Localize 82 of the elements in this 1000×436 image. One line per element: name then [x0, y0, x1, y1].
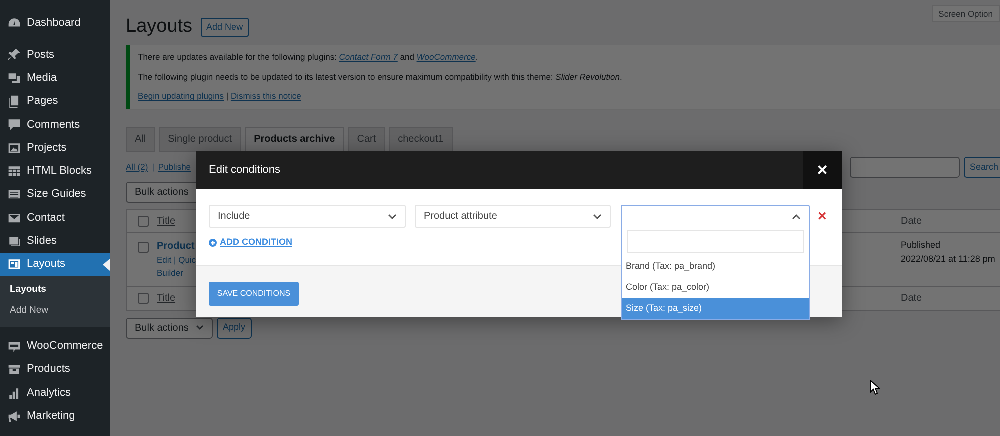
row-actions[interactable]: Edit | Quic	[157, 254, 196, 267]
megaphone-icon	[8, 410, 21, 423]
layout-tab[interactable]: Products archive	[245, 127, 344, 152]
sidebar-item[interactable]: Size Guides	[0, 183, 110, 206]
notice-link[interactable]: WooCommerce	[416, 52, 476, 62]
apply-button[interactable]: Apply	[217, 318, 252, 339]
grid-icon	[8, 164, 21, 178]
condition-select[interactable]: Product attribute	[415, 205, 611, 228]
box-icon	[8, 363, 21, 376]
row-actions[interactable]: Builder	[157, 266, 196, 280]
separator-text: |	[152, 161, 154, 174]
submenu-item[interactable]: Layouts	[0, 280, 110, 301]
sidebar-item[interactable]: Analytics	[0, 381, 110, 405]
filter-link[interactable]: All (2)	[126, 161, 148, 174]
dropdown-option[interactable]: Color (Tax: pa_color)	[622, 277, 809, 298]
mouse-pointer-icon	[870, 380, 880, 395]
page-title: Layouts	[126, 16, 193, 39]
sidebar-item[interactable]: Marketing	[0, 404, 110, 428]
envelope-icon	[8, 212, 21, 225]
caret-icon	[593, 214, 602, 220]
sidebar-item[interactable]: Layouts	[0, 252, 110, 276]
search-field[interactable]	[850, 157, 960, 178]
remove-condition-button[interactable]: ×	[818, 209, 827, 224]
sidebar-item[interactable]: Media	[0, 66, 110, 90]
sidebar-item[interactable]: HTML Blocks	[0, 160, 110, 184]
notice-link[interactable]: Dismiss this notice	[230, 91, 302, 102]
sidebar-item[interactable]: WooCommerce	[0, 334, 110, 358]
column-header: Date	[901, 214, 922, 229]
dropdown-option[interactable]: Size (Tax: pa_size)	[622, 298, 809, 319]
sidebar-item[interactable]: Pages	[0, 90, 110, 114]
search-button[interactable]: Search	[964, 157, 1000, 178]
condition-select[interactable]: Include	[209, 205, 406, 228]
slides-icon	[8, 234, 21, 248]
sidebar-item[interactable]: Contact	[0, 206, 110, 230]
sidebar-item[interactable]: Products	[0, 358, 110, 382]
sidebar-item[interactable]: Slides	[0, 230, 110, 253]
close-button[interactable]: ×	[803, 151, 842, 189]
column-header[interactable]: Title	[157, 290, 176, 306]
layout-tab[interactable]: Single product	[159, 127, 242, 152]
notice-link[interactable]: Contact Form 7	[339, 52, 398, 62]
checkbox[interactable]	[138, 292, 149, 304]
save-conditions-button[interactable]: SAVE CONDITIONS	[209, 282, 299, 306]
ruler-lines-icon	[8, 188, 21, 202]
caret-icon	[388, 214, 397, 220]
notice-text: There are updates available for the following plugins: Contact Form 7 and WooCommerce.	[138, 50, 480, 64]
checkbox[interactable]	[138, 216, 149, 227]
caret-icon	[196, 325, 204, 332]
notice-link[interactable]: Begin updating plugins	[138, 91, 224, 102]
sidebar-item[interactable]: Dashboard	[0, 12, 110, 36]
pages-icon	[8, 95, 21, 108]
caret-icon	[792, 214, 801, 220]
submenu-item[interactable]: Add New	[0, 300, 110, 321]
plus-circle-icon	[209, 238, 217, 247]
column-header[interactable]: Title	[157, 214, 176, 229]
screen-options-button[interactable]: Screen Option	[932, 5, 1000, 22]
post-title-link[interactable]: Product	[157, 239, 196, 254]
column-header: Date	[901, 292, 922, 306]
pin-icon	[8, 48, 21, 62]
sidebar-item[interactable]: Posts	[0, 43, 110, 67]
filter-link[interactable]: Publishe	[158, 161, 192, 174]
speech-bubble-icon	[8, 118, 21, 132]
layout-tab[interactable]: Cart	[348, 127, 386, 152]
sidebar-item[interactable]: Comments	[0, 113, 110, 136]
notice-text: The following plugin needs to be updated to its latest version to ensure maximum compatibility with this theme: Slider Revolution.	[138, 70, 624, 84]
layout-icon	[8, 258, 21, 272]
modal-title: Edit conditions	[208, 162, 281, 178]
checkbox[interactable]	[138, 242, 149, 254]
sidebar-item[interactable]: Projects	[0, 136, 110, 160]
picture-frame-icon	[8, 142, 21, 155]
layout-tab[interactable]: checkout1	[389, 127, 453, 152]
status-text: Published	[901, 239, 942, 252]
bar-chart-icon	[8, 386, 21, 400]
media-icon	[8, 72, 21, 85]
add-condition-link[interactable]: ADD CONDITION	[209, 236, 292, 250]
notice-text: Begin updating plugins | Dismiss this notice	[138, 90, 302, 104]
layout-tab[interactable]: All	[126, 127, 156, 152]
date-text: 2022/08/21 at 11:28 pm	[901, 252, 996, 266]
dropdown-search-field[interactable]	[627, 230, 804, 253]
dropdown-option[interactable]: Brand (Tax: pa_brand)	[622, 256, 809, 277]
add-new-button[interactable]: Add New	[200, 18, 250, 38]
bulk-actions-select[interactable]: Bulk actions	[126, 318, 213, 339]
store-icon	[8, 340, 21, 353]
